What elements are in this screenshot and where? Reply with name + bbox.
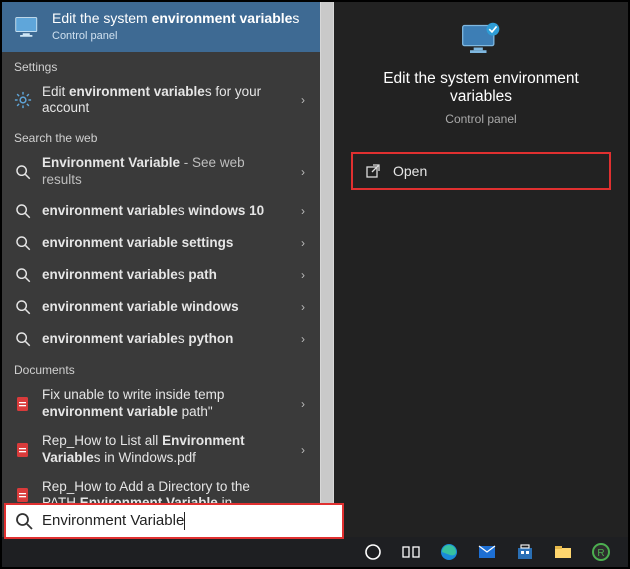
- chrome-icon[interactable]: R: [584, 537, 618, 567]
- chevron-right-icon: ›: [296, 204, 310, 218]
- document-result[interactable]: Rep_How to List all Environment Variable…: [2, 427, 320, 473]
- search-icon: [14, 330, 32, 348]
- search-icon: [14, 234, 32, 252]
- monitor-check-icon: [459, 20, 503, 56]
- gear-icon: [14, 91, 32, 109]
- search-icon: [14, 298, 32, 316]
- preview-pane: Edit the system environment variables Co…: [334, 2, 628, 537]
- task-view-icon[interactable]: [394, 537, 428, 567]
- open-external-icon: [365, 163, 381, 179]
- web-result[interactable]: environment variable settings›: [2, 227, 320, 259]
- section-settings: Settings: [2, 52, 320, 78]
- preview-subtitle: Control panel: [445, 112, 516, 126]
- chevron-right-icon: ›: [296, 300, 310, 314]
- chevron-right-icon: ›: [296, 268, 310, 282]
- chevron-right-icon: ›: [296, 236, 310, 250]
- search-icon: [14, 163, 32, 181]
- web-result[interactable]: Environment Variable - See web results›: [2, 149, 320, 195]
- taskbar: R: [2, 537, 628, 567]
- chevron-right-icon: ›: [296, 332, 310, 346]
- mail-icon[interactable]: [470, 537, 504, 567]
- search-results-pane: Edit the system environment variables Co…: [2, 2, 320, 537]
- best-match-subtitle: Control panel: [52, 30, 299, 42]
- explorer-icon[interactable]: [546, 537, 580, 567]
- store-icon[interactable]: [508, 537, 542, 567]
- search-icon: [14, 266, 32, 284]
- search-icon: [14, 511, 34, 531]
- settings-item[interactable]: Edit environment variables for your acco…: [2, 78, 320, 124]
- search-icon: [14, 202, 32, 220]
- cortana-icon[interactable]: [356, 537, 390, 567]
- pdf-icon: [14, 486, 32, 504]
- chevron-right-icon: ›: [296, 93, 310, 107]
- best-match-item[interactable]: Edit the system environment variables Co…: [2, 2, 320, 52]
- chevron-right-icon: ›: [296, 443, 310, 457]
- chevron-right-icon: ›: [296, 397, 310, 411]
- pane-scrollbar[interactable]: ⌄: [320, 2, 334, 537]
- section-documents: Documents: [2, 355, 320, 381]
- web-result[interactable]: environment variables path›: [2, 259, 320, 291]
- section-search-web: Search the web: [2, 123, 320, 149]
- web-result[interactable]: environment variables windows 10›: [2, 195, 320, 227]
- chevron-right-icon: ›: [296, 165, 310, 179]
- search-input[interactable]: Environment Variable: [42, 512, 336, 530]
- pdf-icon: [14, 441, 32, 459]
- search-box[interactable]: Environment Variable: [4, 503, 344, 539]
- open-label: Open: [393, 163, 427, 179]
- web-result[interactable]: environment variable windows›: [2, 291, 320, 323]
- edge-icon[interactable]: [432, 537, 466, 567]
- open-action[interactable]: Open: [351, 152, 611, 190]
- document-result[interactable]: Fix unable to write inside temp environm…: [2, 381, 320, 427]
- preview-title: Edit the system environment variables: [334, 70, 628, 106]
- best-match-title: Edit the system environment variables: [52, 10, 299, 28]
- monitor-icon: [14, 12, 42, 40]
- web-result[interactable]: environment variables python›: [2, 323, 320, 355]
- svg-text:R: R: [597, 548, 604, 559]
- pdf-icon: [14, 395, 32, 413]
